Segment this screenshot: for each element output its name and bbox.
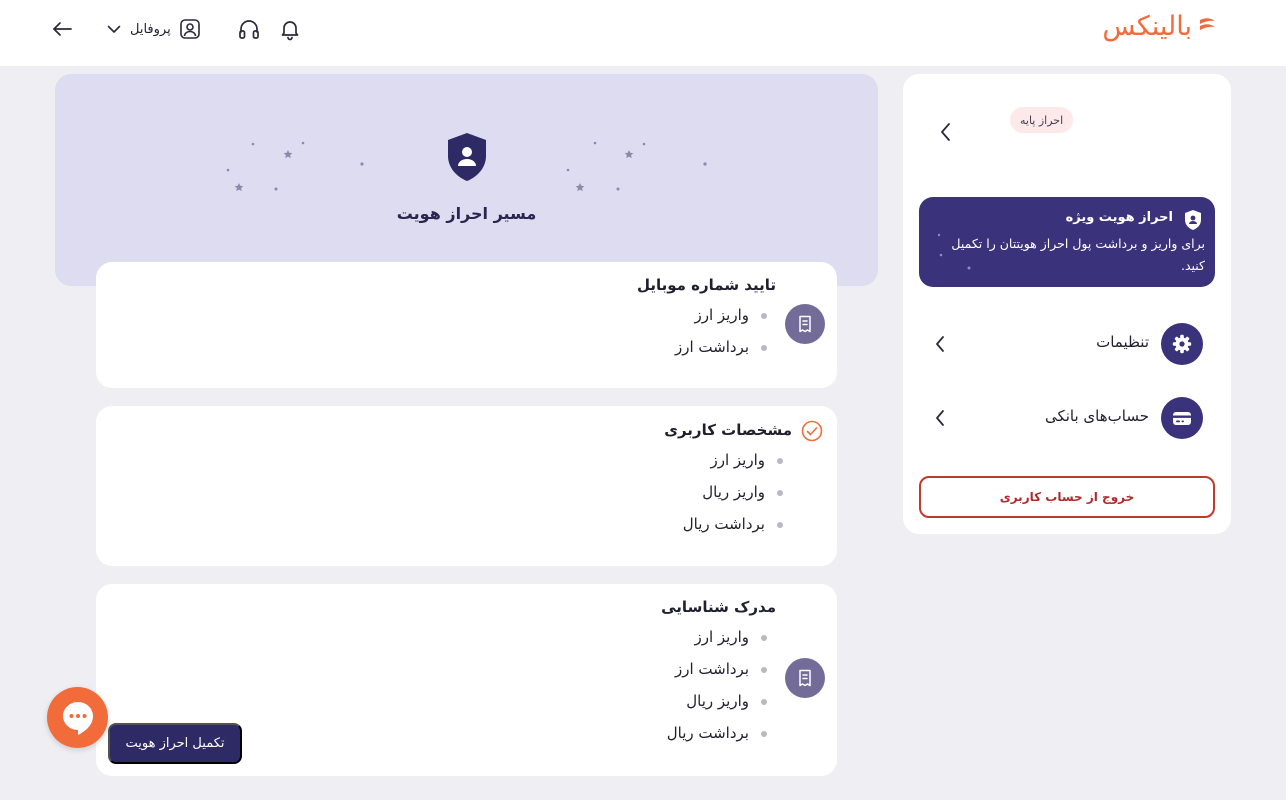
- list-item: واریز ریال: [667, 685, 768, 717]
- logo-mark-icon: [1200, 18, 1215, 30]
- verification-level-badge: احراز پایه: [1010, 107, 1074, 133]
- shield-user-icon: [448, 133, 486, 181]
- chevron-left-icon: [936, 410, 944, 426]
- step-card-title: مشخصات کاربری: [664, 421, 792, 439]
- chevron-left-icon[interactable]: [937, 121, 955, 143]
- user-icon: [179, 19, 200, 39]
- list-item: برداشت ارز: [667, 653, 768, 685]
- step-card-mobile: تایید شماره موبایل واریز ارز برداشت ارز: [96, 262, 837, 388]
- list-item: برداشت ارز: [675, 331, 768, 363]
- step-card-items: واریز ارز برداشت ارز: [675, 299, 768, 363]
- chat-bubble-icon: [62, 701, 93, 735]
- brand-logo[interactable]: بالینکس: [1102, 8, 1218, 44]
- special-verification-title: احراز هویت ویژه: [1065, 210, 1173, 225]
- sidebar-item-label: تنظیمات: [1096, 333, 1149, 351]
- chevron-down-icon: [107, 25, 121, 33]
- step-card-items: واریز ارز برداشت ارز واریز ریال برداشت ر…: [667, 621, 768, 749]
- bell-icon[interactable]: [278, 17, 302, 41]
- chevron-left-icon: [936, 336, 944, 352]
- bank-card-icon: [1173, 412, 1191, 425]
- top-header: بالینکس پروفایل: [0, 0, 1286, 66]
- list-item: برداشت ریال: [667, 717, 768, 749]
- list-item: واریز ریال: [683, 476, 784, 508]
- profile-label: پروفایل: [130, 21, 171, 37]
- hero-title: مسیر احراز هویت: [396, 204, 537, 223]
- bank-icon-circle: [1161, 397, 1203, 439]
- headphones-icon[interactable]: [237, 17, 261, 41]
- account-sidebar: احراز پایه احراز هویت ویژه برای واریز و …: [903, 74, 1231, 534]
- step-card-user-info: مشخصات کاربری واریز ارز واریز ریال برداش…: [96, 406, 837, 566]
- shield-user-icon: [1185, 210, 1201, 230]
- support-chat-button[interactable]: [47, 687, 108, 748]
- logout-button[interactable]: خروج از حساب کاربری: [919, 476, 1215, 518]
- list-item: واریز ارز: [667, 621, 768, 653]
- sidebar-item-bank-accounts[interactable]: حساب‌های بانکی: [919, 393, 1215, 443]
- step-card-title: مدرک شناسایی: [661, 598, 776, 616]
- logo-text: بالینکس: [1102, 10, 1192, 42]
- special-verification-card[interactable]: احراز هویت ویژه برای واریز و برداشت پول …: [919, 197, 1215, 287]
- list-item: برداشت ریال: [683, 508, 784, 540]
- sidebar-item-settings[interactable]: تنظیمات: [919, 319, 1215, 369]
- step-card-title: تایید شماره موبایل: [636, 276, 776, 294]
- special-verification-description: برای واریز و برداشت پول احراز هویتتان را…: [951, 236, 1205, 273]
- complete-verification-button[interactable]: تکمیل احراز هویت: [108, 723, 242, 764]
- list-item: واریز ارز: [683, 444, 784, 476]
- sidebar-item-label: حساب‌های بانکی: [1044, 407, 1149, 425]
- settings-icon-circle: [1161, 323, 1203, 365]
- check-circle-icon: [801, 420, 823, 442]
- step-card-items: واریز ارز واریز ریال برداشت ریال: [683, 444, 784, 540]
- verification-path-hero: مسیر احراز هویت: [55, 74, 878, 286]
- profile-menu[interactable]: پروفایل: [106, 17, 201, 41]
- document-icon: [785, 658, 825, 698]
- list-item: واریز ارز: [675, 299, 768, 331]
- back-arrow-icon[interactable]: [50, 17, 74, 41]
- document-icon: [785, 304, 825, 344]
- gear-icon: [1172, 334, 1192, 354]
